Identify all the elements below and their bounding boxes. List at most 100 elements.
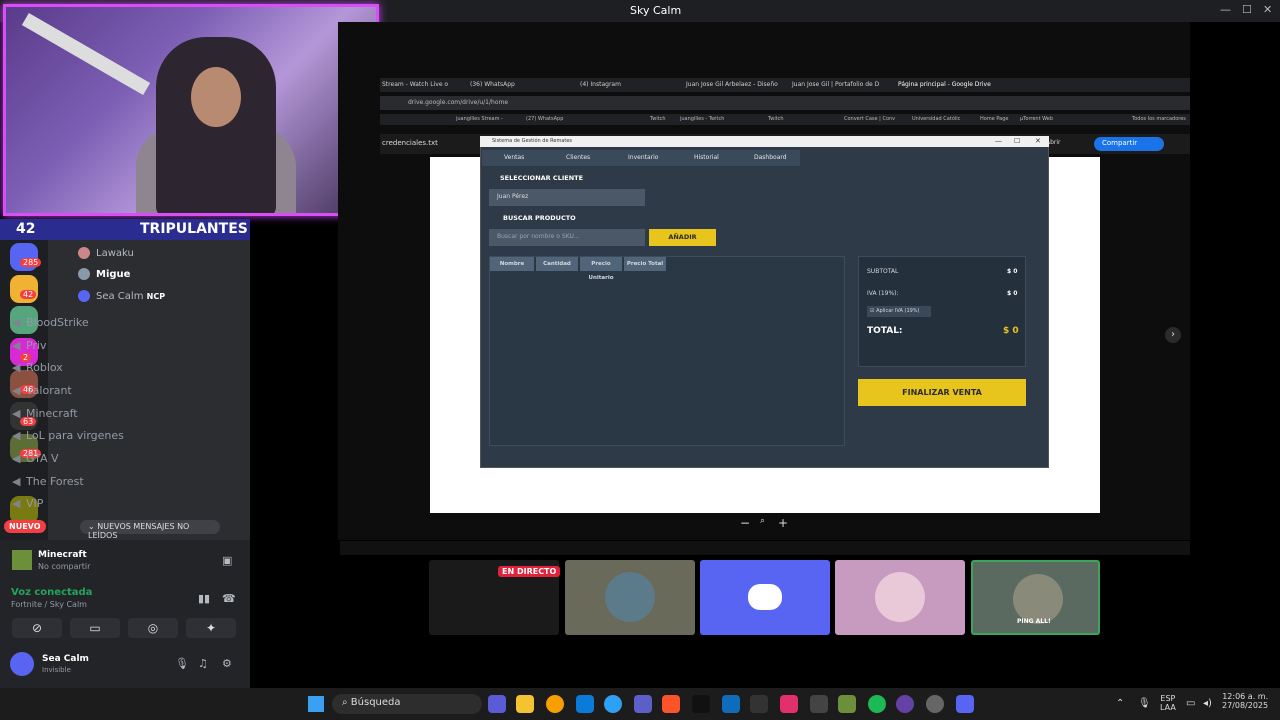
share-screen-button[interactable]: ▭ <box>70 618 120 638</box>
bookmark[interactable]: Todos los marcadores <box>1132 116 1186 122</box>
channel-roblox[interactable]: ◀ Roblox <box>12 361 63 374</box>
minimize-icon[interactable]: — <box>995 137 1002 145</box>
volume-icon[interactable]: ◂) <box>1203 698 1212 709</box>
capcut-icon[interactable] <box>780 695 798 713</box>
taskbar-search[interactable]: ⌕ Búsqueda <box>332 694 482 714</box>
voice-user[interactable]: Migue <box>78 268 130 280</box>
voice-user[interactable]: Sea Calm NCP <box>78 290 165 302</box>
bookmark[interactable]: (27) WhatsApp <box>526 116 563 122</box>
url-bar[interactable]: drive.google.com/drive/u/1/home <box>380 96 1190 110</box>
screen-share-icon[interactable]: ▣ <box>222 554 232 567</box>
zoom-in-icon[interactable]: + <box>778 516 788 530</box>
system-clock[interactable]: 12:06 a. m. 27/08/2025 <box>1222 692 1268 710</box>
microphone-icon[interactable]: 🎙 <box>1138 698 1151 709</box>
col-nombre[interactable]: Nombre <box>490 257 534 271</box>
col-precio-total[interactable]: Precio Total <box>624 257 666 271</box>
tab-ventas[interactable]: Ventas <box>504 154 524 161</box>
browser-tab[interactable]: Stream - Watch Live o <box>382 81 448 88</box>
outlook-icon[interactable] <box>722 695 740 713</box>
brave-icon[interactable] <box>662 695 680 713</box>
bookmark[interactable]: Universidad Católic <box>912 116 960 122</box>
avatar[interactable] <box>10 652 34 676</box>
close-icon[interactable]: ✕ <box>1263 3 1272 16</box>
voice-user-name: Sea Calm <box>96 291 144 302</box>
channel-minecraft[interactable]: ◀ Minecraft <box>12 407 78 420</box>
bookmark[interactable]: µTorrent Web <box>1020 116 1053 122</box>
apply-iva-checkbox[interactable]: ☑ Aplicar IVA (19%) <box>867 306 931 317</box>
bookmark[interactable]: Convert Case | Conv <box>844 116 895 122</box>
soundboard-button[interactable]: ✦ <box>186 618 236 638</box>
share-button[interactable]: Compartir <box>1094 137 1164 151</box>
crew-left-count: 42 <box>16 221 36 237</box>
participant-tile[interactable] <box>700 560 830 635</box>
copilot-icon[interactable] <box>488 695 506 713</box>
browser-tab[interactable]: (36) WhatsApp <box>470 81 515 88</box>
language-indicator[interactable]: ESP LAA <box>1160 694 1176 712</box>
obs-icon[interactable] <box>926 695 944 713</box>
bookmark[interactable]: juangilles - Twitch <box>680 116 724 122</box>
voice-user[interactable]: Lawaku <box>78 247 134 259</box>
browser-tab[interactable]: Página principal - Google Drive <box>898 81 991 88</box>
bookmark[interactable]: Twitch <box>768 116 784 122</box>
minecraft-icon[interactable] <box>838 695 856 713</box>
maximize-icon[interactable]: ☐ <box>1242 3 1252 16</box>
col-precio-unitario[interactable]: Precio Unitario <box>580 257 622 281</box>
channel-bloodstrike[interactable]: ◀ BloodStrike <box>12 316 89 329</box>
tiktok-icon[interactable] <box>692 695 710 713</box>
tab-clientes[interactable]: Clientes <box>566 154 590 161</box>
finalize-sale-button[interactable]: FINALIZAR VENTA <box>858 379 1026 406</box>
participant-tile[interactable]: PING ALL! <box>971 560 1100 635</box>
browser-tab[interactable]: Juan Jose Gil Arbelaez - Diseño <box>686 81 778 88</box>
channel-valorant[interactable]: ◀ Valorant <box>12 384 72 397</box>
url-text[interactable]: drive.google.com/drive/u/1/home <box>408 99 508 106</box>
browser-tab[interactable]: (4) Instagram <box>580 81 621 88</box>
network-icon[interactable]: ▭ <box>1186 698 1195 709</box>
channel-the-forest[interactable]: ◀ The Forest <box>12 475 84 488</box>
file-explorer-icon[interactable] <box>516 695 534 713</box>
discord-icon[interactable] <box>956 695 974 713</box>
next-arrow-icon[interactable]: › <box>1165 327 1181 343</box>
activities-button[interactable]: ◎ <box>128 618 178 638</box>
camera-off-button[interactable]: ⊘ <box>12 618 62 638</box>
voice-channel[interactable]: Fortnite / Sky Calm <box>11 600 87 609</box>
epic-games-icon[interactable] <box>750 695 768 713</box>
bookmark[interactable]: juangilles Stream - <box>456 116 503 122</box>
participant-tile[interactable] <box>565 560 695 635</box>
col-cantidad[interactable]: Cantidad <box>536 257 578 271</box>
app-icon[interactable] <box>896 695 914 713</box>
teams-icon[interactable] <box>634 695 652 713</box>
bookmarks-bar: juangilles Stream - (27) WhatsApp Twitch… <box>380 114 1190 125</box>
coin-icon[interactable] <box>546 695 564 713</box>
zoom-out-icon[interactable]: − <box>740 516 750 530</box>
tab-inventario[interactable]: Inventario <box>628 154 658 161</box>
search-icon[interactable]: ⌕ <box>760 516 765 526</box>
client-select[interactable]: Juan Pérez <box>489 189 645 206</box>
tab-historial[interactable]: Historial <box>694 154 719 161</box>
close-icon[interactable]: ✕ <box>1035 137 1041 145</box>
signal-icon[interactable]: ▮▮ <box>198 592 210 605</box>
add-button[interactable]: AÑADIR <box>649 229 716 246</box>
minimize-icon[interactable]: — <box>1220 3 1231 16</box>
maximize-icon[interactable]: ☐ <box>1014 137 1020 145</box>
microphone-icon[interactable]: 🎙 <box>175 657 189 670</box>
product-search-input[interactable]: Buscar por nombre o SKU... <box>489 229 645 246</box>
spotify-icon[interactable] <box>868 695 886 713</box>
channel-lol[interactable]: ◀ LoL para virgenes <box>12 429 124 442</box>
gear-icon[interactable]: ⚙ <box>222 657 232 670</box>
disconnect-icon[interactable]: ☎ <box>222 592 236 605</box>
participant-tile[interactable] <box>835 560 965 635</box>
bookmark[interactable]: Home Page <box>980 116 1008 122</box>
headphones-icon[interactable]: ♫ <box>198 657 208 670</box>
bookmark[interactable]: Twitch <box>650 116 666 122</box>
channel-vip[interactable]: ◀ VIP <box>12 497 43 510</box>
app-icon[interactable] <box>576 695 594 713</box>
edge-icon[interactable] <box>604 695 622 713</box>
channel-priv[interactable]: ◀ Priv <box>12 339 47 352</box>
channel-gta[interactable]: ◀ GTA V <box>12 452 59 465</box>
app-icon[interactable] <box>810 695 828 713</box>
chevron-up-icon[interactable]: ⌃ <box>1116 698 1124 709</box>
tab-dashboard[interactable]: Dashboard <box>754 154 787 161</box>
windows-start-icon[interactable] <box>308 696 324 712</box>
browser-tab[interactable]: Juan Jose Gil | Portafolio de D <box>792 81 879 88</box>
unread-messages-pill[interactable]: ⌄ NUEVOS MENSAJES NO LEÍDOS <box>80 520 220 540</box>
